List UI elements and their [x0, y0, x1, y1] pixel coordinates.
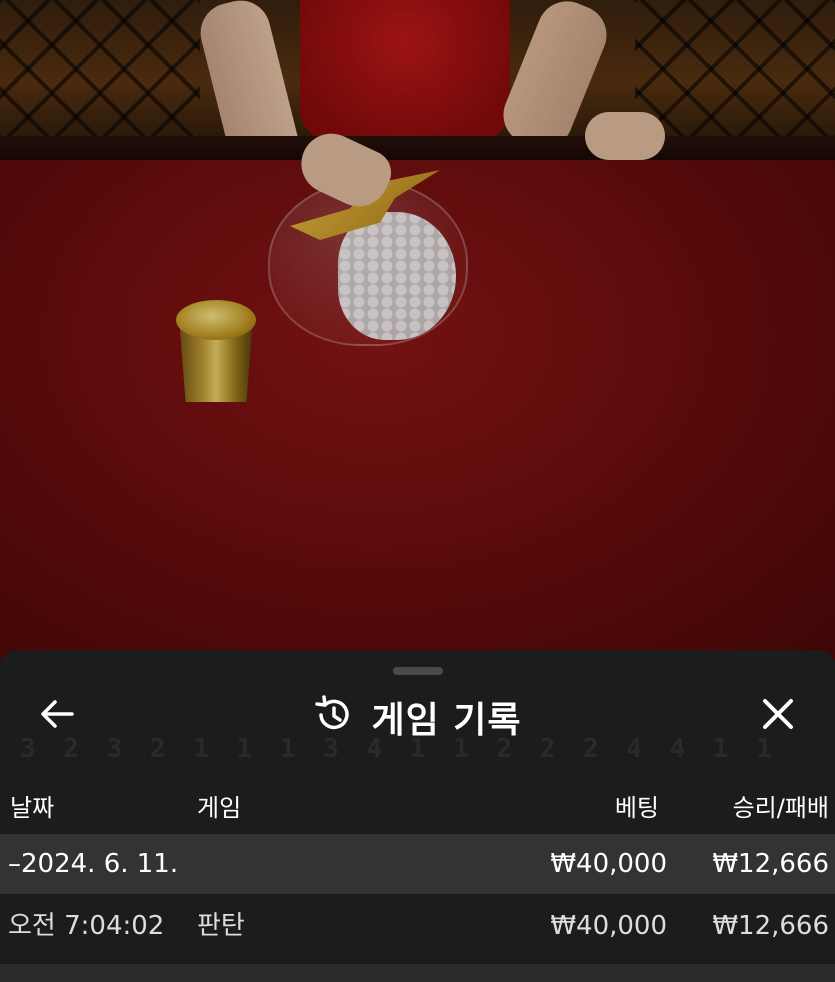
sheet-drag-handle[interactable]	[393, 667, 443, 675]
history-round-row[interactable]: 오전 7:04:02 판탄 ₩40,000 ₩12,666	[0, 896, 835, 956]
live-video-feed	[0, 0, 835, 660]
column-header-date[interactable]: 날짜	[10, 788, 54, 823]
column-header-win-loss[interactable]: 승리/패배	[733, 788, 829, 823]
history-icon	[313, 695, 353, 739]
column-header-bet[interactable]: 베팅	[615, 788, 659, 823]
back-button[interactable]	[28, 694, 86, 738]
arrow-left-icon	[39, 699, 75, 733]
history-date-row[interactable]: –2024. 6. 11. ₩40,000 ₩12,666	[0, 834, 835, 894]
win-loss-cell: ₩12,666	[712, 849, 829, 879]
close-icon	[761, 697, 795, 735]
close-button[interactable]	[752, 694, 804, 738]
sheet-title: 게임 기록	[371, 700, 522, 741]
history-next-row-partial	[0, 964, 835, 982]
win-loss-cell: ₩12,666	[712, 911, 829, 941]
time-cell: 오전 7:04:02	[8, 911, 165, 941]
column-header-game[interactable]: 게임	[197, 788, 241, 823]
bet-cell: ₩40,000	[550, 849, 667, 879]
game-cell: 판탄	[197, 911, 245, 941]
bet-cell: ₩40,000	[550, 911, 667, 941]
game-history-sheet: 3 2 3 2 1 1 1 3 4 1 1 2 2 2 4 4 1 1 게임 기…	[0, 650, 835, 982]
video-overlay	[0, 0, 835, 660]
date-cell: –2024. 6. 11.	[8, 849, 179, 879]
sheet-title-group: 게임 기록	[0, 686, 835, 748]
sheet-header: 게임 기록	[0, 686, 835, 748]
